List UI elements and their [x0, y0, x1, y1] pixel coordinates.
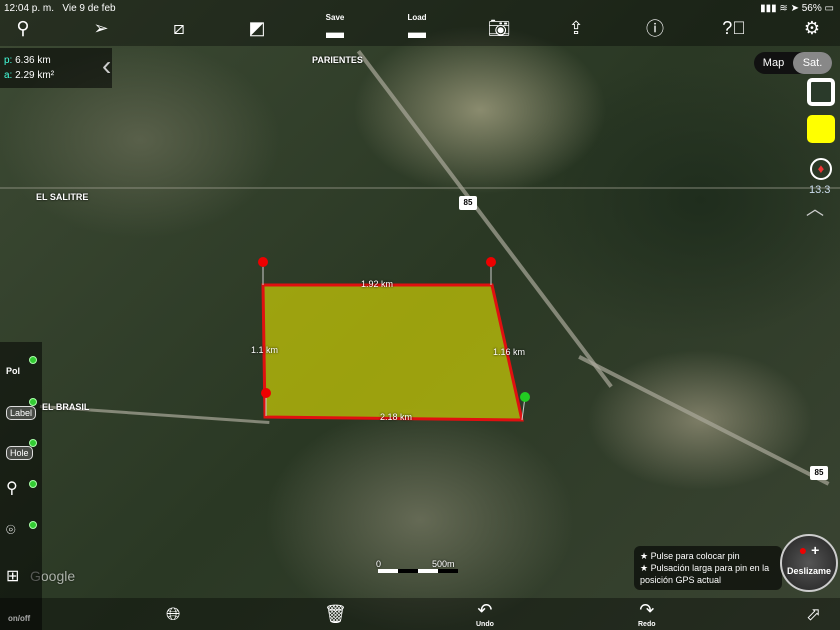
sat-option[interactable]: Sat.: [793, 52, 832, 74]
area-row: a: 2.29 km²: [4, 68, 108, 83]
drag-pin-button[interactable]: ● + Deslizame: [780, 534, 838, 592]
lock-shape-icon[interactable]: ⬀: [806, 598, 821, 630]
status-dot: [29, 480, 37, 488]
pin-icon[interactable]: [486, 257, 496, 285]
share-icon[interactable]: ⇪: [561, 14, 591, 42]
redo-button[interactable]: ↷ Redo: [638, 598, 656, 630]
edge-length-right: 1.16 km: [493, 347, 526, 357]
battery-level: 56%: [801, 3, 822, 14]
compass-icon[interactable]: ♦: [810, 158, 832, 180]
area-value: 2.29 km²: [15, 70, 55, 81]
status-dot: [29, 356, 37, 364]
status-dot: [29, 439, 37, 447]
status-time: 12:04 p. m. Vie 9 de feb: [4, 3, 116, 14]
status-battery: ▮▮▮ ≋ ➤ 56% ▭: [760, 3, 834, 14]
edge-length-left: 1.1 km: [251, 345, 279, 355]
map-option[interactable]: Map: [754, 52, 793, 74]
hint-box: ★ Pulse para colocar pin ★ Pulsación lar…: [634, 546, 782, 590]
top-toolbar: 12:04 p. m. Vie 9 de feb ▮▮▮ ≋ ➤ 56% ▭ ⚲…: [0, 0, 840, 46]
perimeter-row: p: 6.36 km: [4, 53, 108, 68]
perimeter-prefix: p:: [4, 55, 13, 66]
search-icon[interactable]: ⚲: [8, 14, 38, 42]
scale-zero: 0: [376, 559, 382, 569]
fill-color-button[interactable]: [807, 115, 835, 143]
location-arrow-icon[interactable]: ➢: [86, 14, 116, 42]
label-tool[interactable]: Label: [6, 406, 37, 420]
scale-max: 500m: [432, 559, 455, 569]
undo-label: Undo: [476, 621, 494, 628]
date: Vie 9 de feb: [62, 3, 116, 14]
status-dot: [29, 398, 37, 406]
hole-tool[interactable]: Hole: [6, 446, 33, 460]
area-polygon[interactable]: [261, 283, 524, 422]
bottom-toolbar: 🌐︎ 🗑︎ ↶ Undo ↷ Redo ⬀: [0, 598, 840, 630]
status-dot: [29, 521, 37, 529]
scale-bar: [378, 569, 458, 573]
perimeter-value: 6.36 km: [15, 55, 51, 66]
collapse-chevron-icon[interactable]: ‹: [102, 50, 111, 82]
measure-line-icon[interactable]: ⧄: [164, 14, 194, 42]
hint-line: ★ Pulse para colocar pin: [640, 551, 740, 561]
load-button[interactable]: Load ▬: [402, 13, 432, 42]
hint-line: ★ Pulsación larga para pin en la posició…: [640, 563, 770, 585]
left-toolbar: Pol Label Hole ⚲ ⌾ ⊞ on/off: [0, 342, 42, 630]
pushpin-icon[interactable]: ⚲: [6, 478, 18, 498]
stroke-color-button[interactable]: [807, 78, 835, 106]
redo-label: Redo: [638, 621, 656, 628]
polygon-shape-icon[interactable]: ◩: [242, 14, 272, 42]
camera-icon[interactable]: 📷︎: [484, 14, 514, 42]
save-label: Save: [325, 13, 345, 22]
area-prefix: a:: [4, 70, 13, 81]
undo-button[interactable]: ↶ Undo: [476, 598, 494, 630]
help-icon[interactable]: ?⃝: [719, 14, 749, 42]
map-type-toggle[interactable]: Map Sat.: [754, 52, 832, 74]
polygon-tool[interactable]: Pol: [6, 366, 20, 376]
location-pin-icon[interactable]: ⌾: [6, 522, 16, 540]
red-pin-icon: ● +: [798, 542, 820, 558]
globe-icon[interactable]: 🌐︎: [166, 598, 180, 630]
grid-icon[interactable]: ⊞: [6, 566, 19, 586]
edge-length-top: 1.92 km: [361, 279, 394, 289]
trash-icon[interactable]: 🗑︎: [324, 598, 347, 630]
drag-pin-label: Deslizame: [786, 566, 832, 576]
save-button[interactable]: Save ▬: [320, 13, 350, 42]
polygon-layer: [258, 257, 530, 573]
info-icon[interactable]: ⓘ: [640, 14, 670, 42]
gear-icon[interactable]: ⚙: [797, 14, 827, 42]
time: 12:04 p. m.: [4, 3, 55, 14]
pin-icon[interactable]: [258, 257, 268, 285]
edge-length-bottom: 2.18 km: [380, 412, 413, 422]
load-label: Load: [407, 13, 427, 22]
measure-panel: p: 6.36 km a: 2.29 km²: [0, 48, 112, 88]
expand-chevron-icon[interactable]: ︿: [806, 195, 824, 221]
